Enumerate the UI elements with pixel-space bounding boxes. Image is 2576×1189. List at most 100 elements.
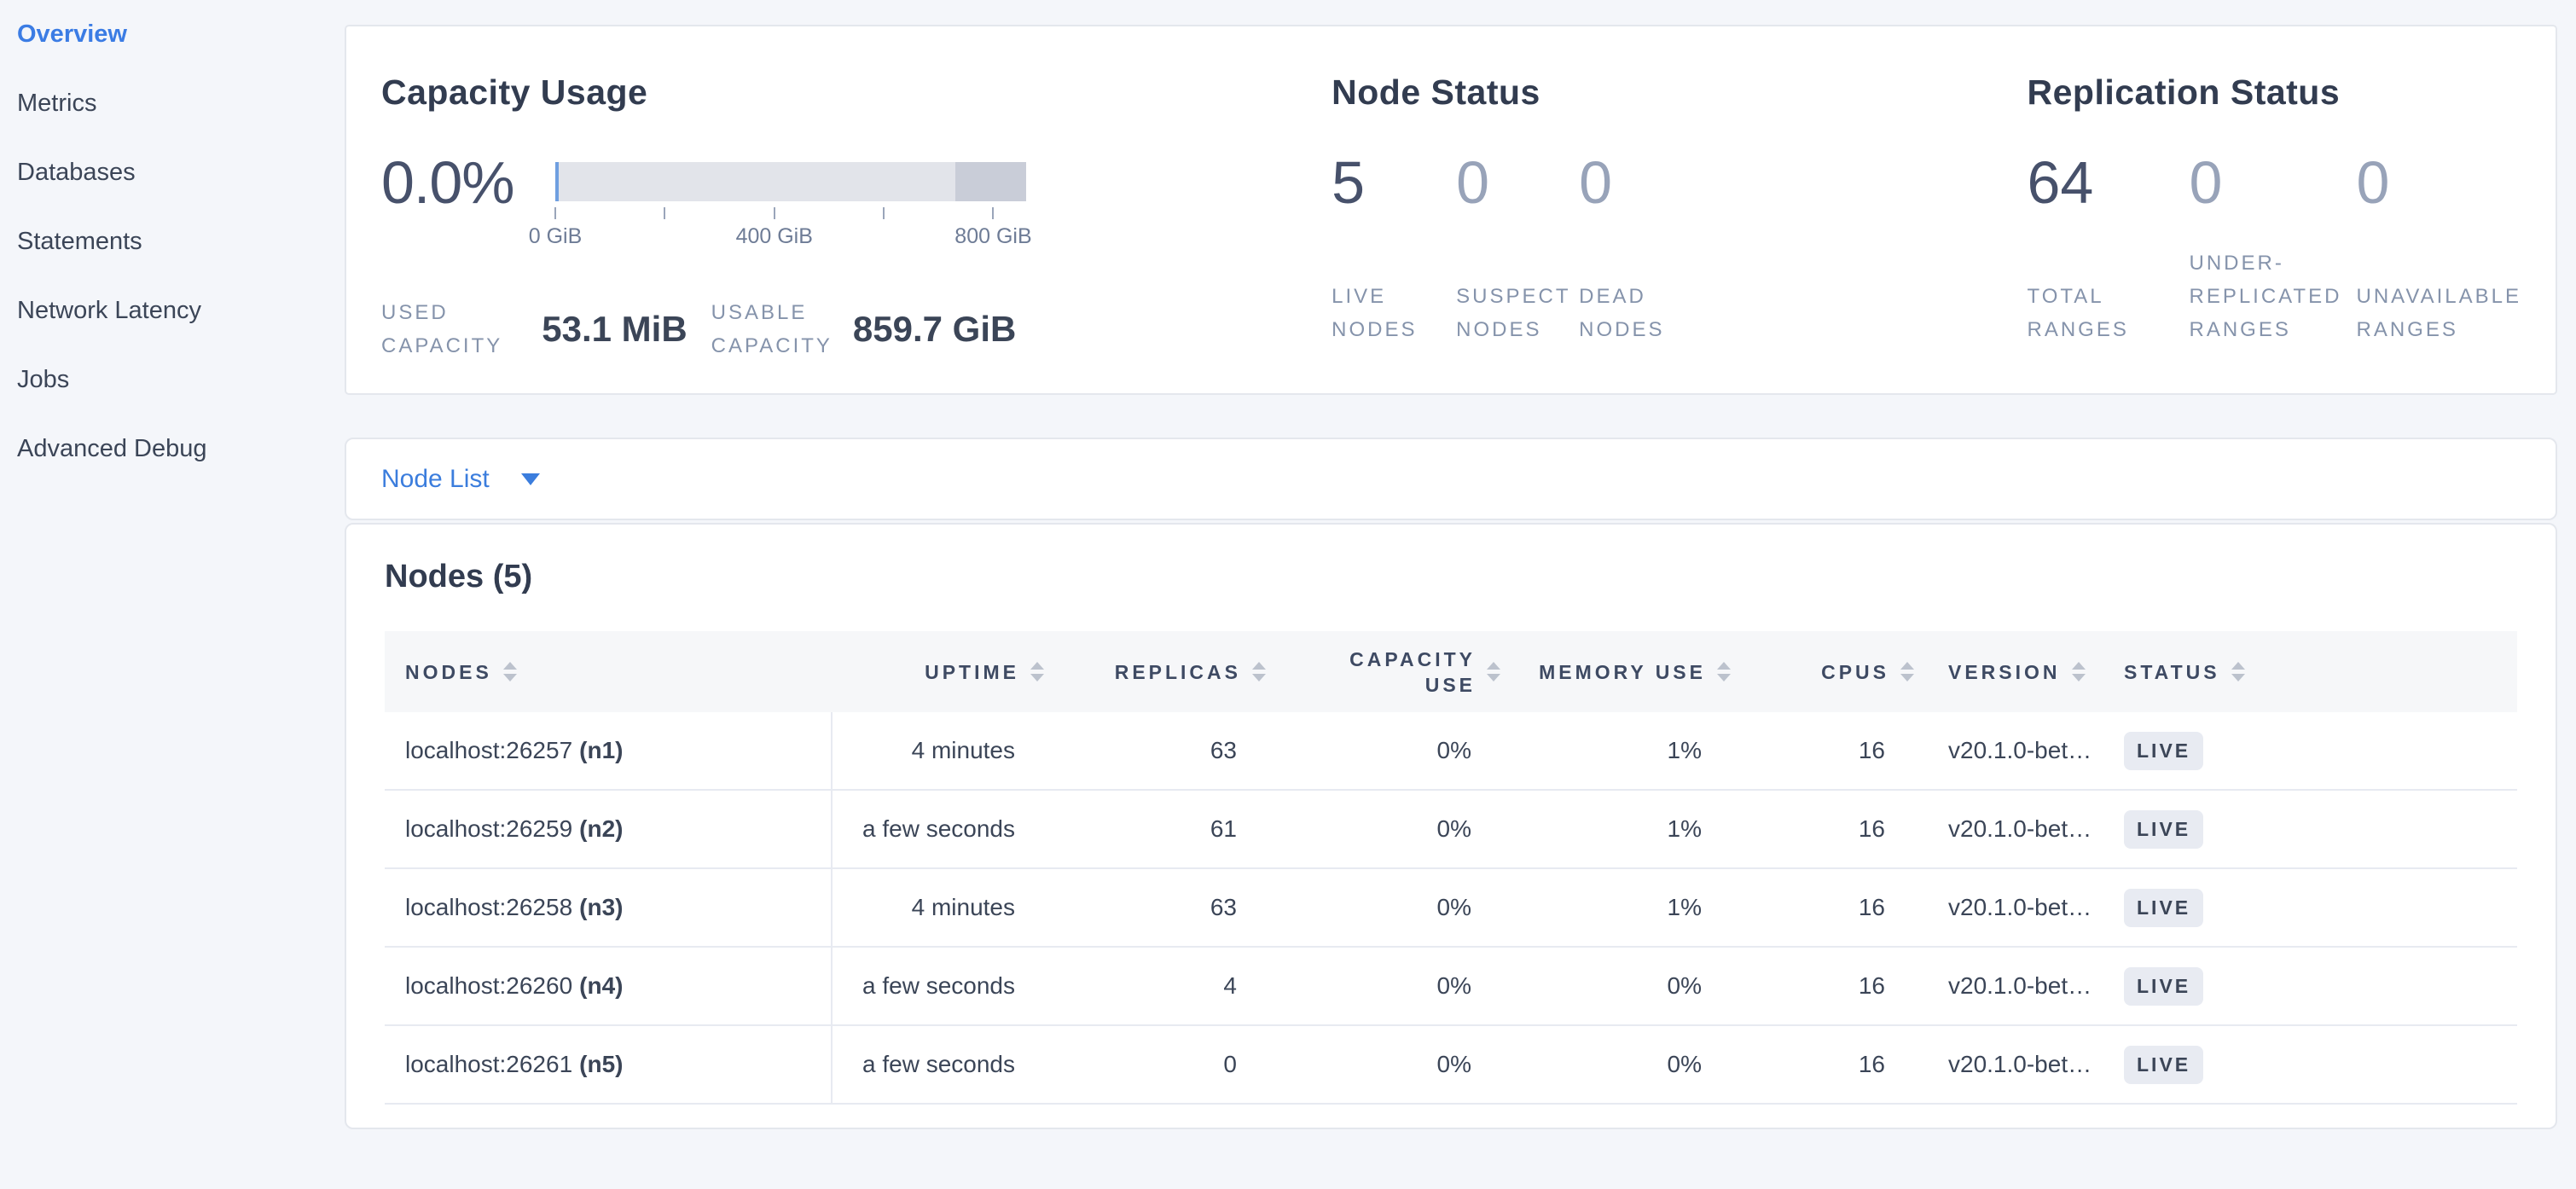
sidebar-item-databases[interactable]: Databases [0,138,345,207]
status-badge: LIVE [2124,889,2203,927]
sort-icon [503,662,517,682]
uptime-cell: a few seconds [831,1026,1058,1103]
axis-label-800: 800 GiB [954,224,1031,249]
version-cell: v20.1.0-bet… [1928,712,2098,789]
total-ranges-label: TOTAL RANGES [2027,280,2189,346]
replicas-cell: 0 [1058,1026,1279,1103]
node-address-link[interactable]: localhost:26260 [405,972,572,1000]
nodes-table-header: NODES UPTIME REPLICAS CAPACITY USE MEMOR… [385,631,2517,712]
status-cell: LIVE [2098,1026,2286,1103]
column-header-nodes[interactable]: NODES [385,631,831,712]
sidebar-item-label: Jobs [17,366,69,394]
column-header-cpus[interactable]: CPUS [1744,631,1928,712]
under-replicated-ranges-stat: 0 UNDER- REPLICATED RANGES [2189,154,2356,346]
nodes-table-body: localhost:26257 (n1) 4 minutes 63 0% 1% … [385,712,2517,1105]
cluster-summary-card: Capacity Usage 0.0% [345,25,2557,395]
sort-icon [2072,662,2086,682]
unavailable-ranges-label: UNAVAILABLE RANGES [2356,280,2521,346]
used-capacity-value: 53.1 MiB [542,309,687,350]
node-cell: localhost:26259 (n2) [385,791,831,867]
version-cell: v20.1.0-bet… [1928,791,2098,867]
status-badge: LIVE [2124,810,2203,849]
capacity-use-cell: 0% [1279,791,1514,867]
sidebar-item-metrics[interactable]: Metrics [0,69,345,138]
unavailable-ranges-value: 0 [2356,154,2521,212]
uptime-cell: 4 minutes [831,869,1058,946]
nodes-table: NODES UPTIME REPLICAS CAPACITY USE MEMOR… [385,631,2517,1105]
node-address-link[interactable]: localhost:26261 [405,1051,572,1078]
column-header-capacity-use[interactable]: CAPACITY USE [1279,631,1514,712]
capacity-chart-row: 0.0% 0 GiB 400 GiB [381,154,1332,250]
replication-status-stats: 64 TOTAL RANGES 0 UNDER- REPLICATED RANG… [2027,154,2521,346]
dead-nodes-label: DEAD NODES [1579,280,1664,346]
capacity-use-cell: 0% [1279,869,1514,946]
cpus-cell: 16 [1744,869,1928,946]
cpus-cell: 16 [1744,712,1928,789]
live-nodes-label: LIVE NODES [1332,280,1456,346]
replicas-cell: 61 [1058,791,1279,867]
node-list-dropdown-label: Node List [381,465,490,494]
sidebar-item-label: Advanced Debug [17,435,207,463]
column-header-version[interactable]: VERSION [1928,631,2098,712]
status-badge: LIVE [2124,1046,2203,1084]
replicas-cell: 63 [1058,869,1279,946]
sort-icon [1030,662,1044,682]
table-row: localhost:26258 (n3) 4 minutes 63 0% 1% … [385,869,2517,948]
status-badge: LIVE [2124,967,2203,1006]
sidebar-item-overview[interactable]: Overview [0,0,345,69]
nodes-table-title: Nodes (5) [385,559,2517,595]
node-id: (n4) [579,972,623,1000]
node-address-link[interactable]: localhost:26257 [405,737,572,764]
uptime-cell: 4 minutes [831,712,1058,789]
sidebar-item-label: Network Latency [17,297,201,325]
sidebar-item-jobs[interactable]: Jobs [0,345,345,415]
column-header-memory-use[interactable]: MEMORY USE [1514,631,1744,712]
usable-capacity-value: 859.7 GiB [853,309,1016,350]
capacity-stats: USED CAPACITY 53.1 MiB USABLE CAPACITY 8… [381,296,1332,362]
sort-icon [1717,662,1731,682]
suspect-nodes-stat: 0 SUSPECT NODES [1456,154,1579,346]
node-address-link[interactable]: localhost:26259 [405,815,572,843]
capacity-usage-section: Capacity Usage 0.0% [381,73,1332,393]
live-nodes-stat: 5 LIVE NODES [1332,154,1456,346]
under-replicated-ranges-label: UNDER- REPLICATED RANGES [2189,246,2356,346]
memory-use-cell: 0% [1514,948,1744,1024]
sidebar-item-network-latency[interactable]: Network Latency [0,276,345,345]
column-header-replicas[interactable]: REPLICAS [1058,631,1279,712]
dead-nodes-value: 0 [1579,154,1664,212]
node-address-link[interactable]: localhost:26258 [405,894,572,921]
capacity-bar-chart: 0 GiB 400 GiB 800 GiB [555,154,1026,250]
capacity-bar-other-segment [955,162,1026,201]
column-header-uptime[interactable]: UPTIME [831,631,1058,712]
version-cell: v20.1.0-bet… [1928,869,2098,946]
capacity-use-cell: 0% [1279,1026,1514,1103]
cpus-cell: 16 [1744,948,1928,1024]
capacity-percent: 0.0% [381,154,545,250]
table-row: localhost:26259 (n2) a few seconds 61 0%… [385,791,2517,869]
node-cell: localhost:26257 (n1) [385,712,831,789]
memory-use-cell: 0% [1514,1026,1744,1103]
sidebar-item-advanced-debug[interactable]: Advanced Debug [0,415,345,484]
node-cell: localhost:26261 (n5) [385,1026,831,1103]
capacity-use-cell: 0% [1279,948,1514,1024]
sidebar-item-label: Databases [17,159,136,187]
sidebar-item-statements[interactable]: Statements [0,207,345,276]
node-id: (n5) [579,1051,623,1078]
memory-use-cell: 1% [1514,791,1744,867]
sidebar-item-label: Overview [17,20,127,49]
sidebar-item-label: Statements [17,228,142,256]
status-cell: LIVE [2098,869,2286,946]
capacity-bar-used-marker [555,162,559,201]
sort-icon [1252,662,1266,682]
uptime-cell: a few seconds [831,791,1058,867]
replicas-cell: 4 [1058,948,1279,1024]
table-row: localhost:26257 (n1) 4 minutes 63 0% 1% … [385,712,2517,791]
capacity-usage-title: Capacity Usage [381,73,1332,111]
overview-page: Overview Metrics Databases Statements Ne… [0,0,2576,1189]
version-cell: v20.1.0-bet… [1928,1026,2098,1103]
sort-icon [2231,662,2245,682]
node-list-dropdown[interactable]: Node List [381,465,540,494]
total-ranges-value: 64 [2027,154,2189,212]
node-cell: localhost:26258 (n3) [385,869,831,946]
column-header-status[interactable]: STATUS [2098,631,2286,712]
